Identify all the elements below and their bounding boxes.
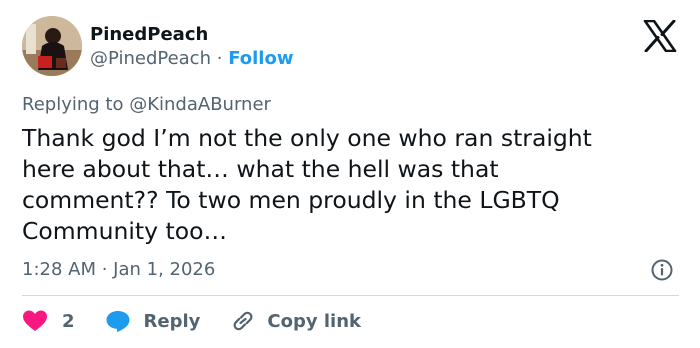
replying-to: Replying to @KindaABurner: [22, 93, 271, 117]
tweet-text: Thank god I’m not the only one who ran s…: [22, 123, 672, 247]
tweet-text-line: Thank god I’m not the only one who ran s…: [22, 124, 592, 152]
avatar-image: [22, 16, 82, 76]
speech-bubble-icon: [106, 311, 130, 332]
follow-button[interactable]: Follow: [228, 48, 293, 69]
replying-to-mention[interactable]: @KindaABurner: [129, 94, 271, 115]
like-button[interactable]: 2: [22, 309, 105, 333]
tweet-card: PinedPeach @PinedPeach · Follow Replying…: [0, 0, 700, 348]
reply-button[interactable]: Reply: [105, 309, 231, 333]
tweet-text-line: comment?? To two men proudly in the LGBT…: [22, 186, 560, 214]
like-count: 2: [62, 310, 75, 332]
replying-to-prefix: Replying to: [22, 94, 124, 115]
x-logo-icon[interactable]: [643, 20, 677, 52]
heart-icon: [23, 310, 47, 331]
handle-separator: ·: [216, 48, 223, 69]
link-icon: [233, 311, 253, 331]
author-name[interactable]: PinedPeach: [90, 24, 208, 46]
divider: [22, 295, 679, 296]
info-icon[interactable]: [650, 258, 674, 282]
copy-link-label: Copy link: [267, 310, 361, 332]
action-bar: 2 Reply Copy link: [22, 305, 361, 337]
author-handle-row: @PinedPeach · Follow: [90, 47, 293, 71]
author-handle[interactable]: @PinedPeach: [90, 48, 211, 69]
tweet-text-line: here about that… what the hell was that: [22, 155, 499, 183]
tweet-text-line: Community too…: [22, 217, 227, 245]
tweet-timestamp[interactable]: 1:28 AM · Jan 1, 2026: [22, 258, 215, 282]
copy-link-button[interactable]: Copy link: [230, 309, 361, 333]
avatar[interactable]: [22, 16, 82, 76]
reply-label: Reply: [143, 310, 201, 332]
